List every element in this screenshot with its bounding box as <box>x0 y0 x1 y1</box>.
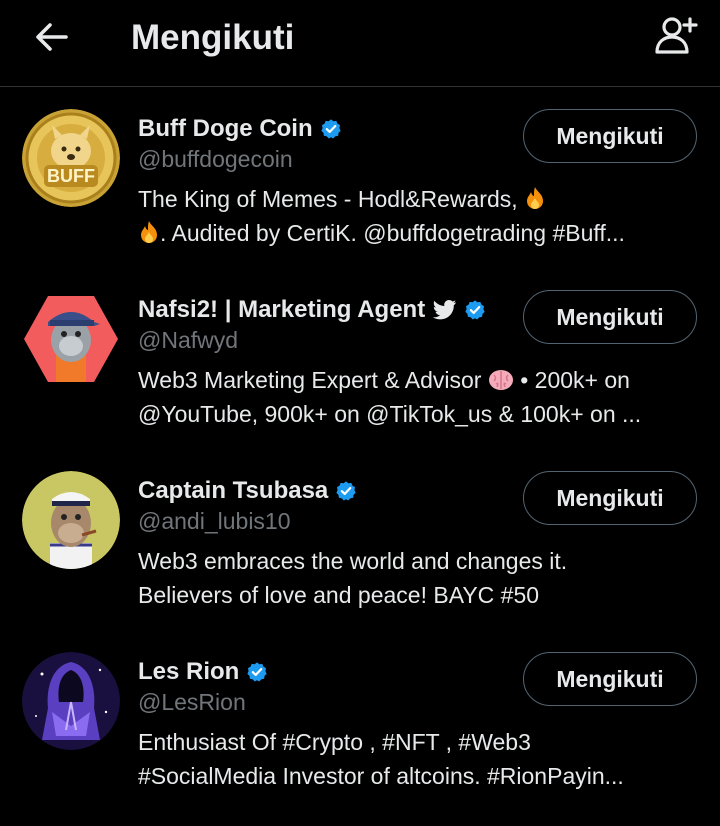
twitter-bird-icon <box>433 300 457 320</box>
following-button[interactable]: Mengikuti <box>523 652 697 706</box>
buff-doge-coin-logo: BUFF <box>22 109 120 207</box>
list-item[interactable]: Nafsi2! | Marketing Agent @Nafwyd Web3 M… <box>0 268 720 449</box>
user-handle[interactable]: @buffdogecoin <box>138 146 293 173</box>
user-plus-icon <box>655 17 698 54</box>
verified-badge-icon <box>320 118 342 140</box>
user-bio: The King of Memes - Hodl&Rewards, . Audi… <box>138 182 698 250</box>
avatar[interactable] <box>22 471 120 569</box>
avatar[interactable] <box>22 652 120 750</box>
user-handle[interactable]: @LesRion <box>138 689 246 716</box>
back-button[interactable] <box>28 17 76 57</box>
list-item[interactable]: BUFF Buff Doge Coin @buffdogecoin The Ki… <box>0 87 720 268</box>
nft-hexagon-avatar <box>24 296 118 382</box>
brain-icon <box>488 366 514 397</box>
verified-badge-icon <box>246 661 268 683</box>
list-item[interactable]: Les Rion @LesRion Enthusiast Of #Crypto … <box>0 630 720 811</box>
svg-text:BUFF: BUFF <box>47 166 95 186</box>
following-list: BUFF Buff Doge Coin @buffdogecoin The Ki… <box>0 87 720 811</box>
user-bio: Web3 embraces the world and changes it. … <box>138 548 568 608</box>
top-bar: Mengikuti <box>0 0 720 87</box>
user-handle[interactable]: @Nafwyd <box>138 327 238 354</box>
following-button[interactable]: Mengikuti <box>523 109 697 163</box>
ape-avatar <box>22 471 120 569</box>
avatar[interactable] <box>22 290 120 388</box>
display-name[interactable]: Buff Doge Coin <box>138 115 313 143</box>
fire-icon <box>524 185 546 216</box>
hooded-figure-avatar <box>22 652 120 750</box>
add-user-button[interactable] <box>650 12 702 60</box>
following-button[interactable]: Mengikuti <box>523 290 697 344</box>
arrow-left-icon <box>36 23 68 51</box>
display-name[interactable]: Captain Tsubasa <box>138 477 328 505</box>
display-name[interactable]: Nafsi2! | Marketing Agent <box>138 296 425 324</box>
user-bio: Web3 Marketing Expert & Advisor • 200k+ … <box>138 366 642 427</box>
following-button[interactable]: Mengikuti <box>523 471 697 525</box>
user-bio: Enthusiast Of #Crypto , #NFT , #Web3 #So… <box>138 729 624 789</box>
display-name[interactable]: Les Rion <box>138 658 239 686</box>
avatar[interactable]: BUFF <box>22 109 120 207</box>
user-handle[interactable]: @andi_lubis10 <box>138 508 291 535</box>
page-title: Mengikuti <box>131 18 295 57</box>
verified-badge-icon <box>464 299 486 321</box>
verified-badge-icon <box>335 480 357 502</box>
list-item[interactable]: Captain Tsubasa @andi_lubis10 Web3 embra… <box>0 449 720 630</box>
fire-icon <box>138 219 160 250</box>
